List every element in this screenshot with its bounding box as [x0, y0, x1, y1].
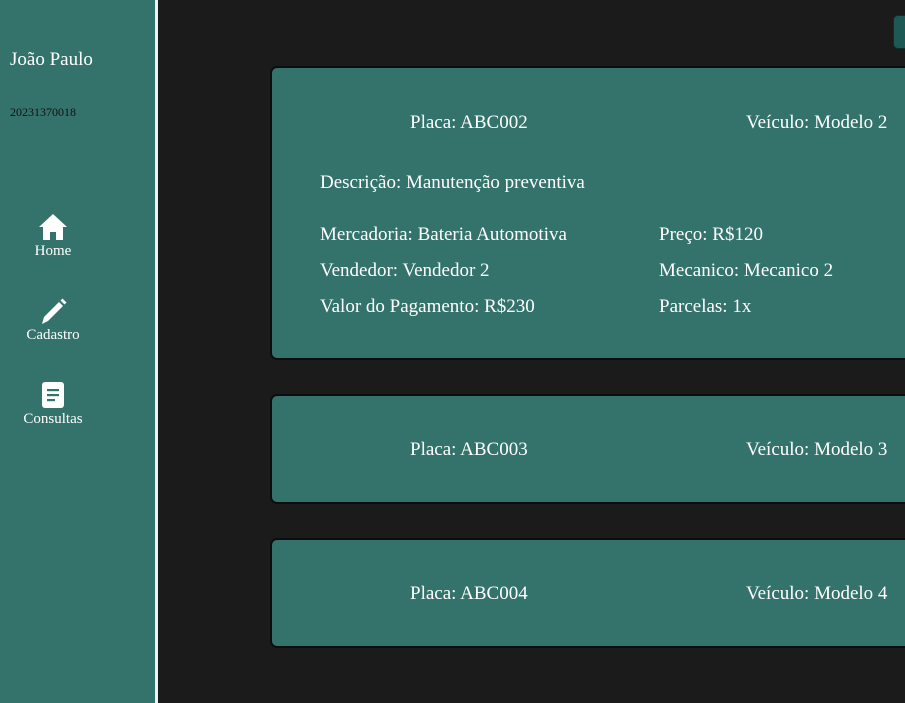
card-placa: Placa: ABC002: [410, 112, 528, 133]
nav-label-consultas: Consultas: [23, 411, 83, 427]
document-icon: [42, 382, 64, 408]
card-parcelas: Parcelas: 1x: [659, 296, 752, 317]
user-id: 20231370018: [10, 105, 76, 119]
card-mercadoria: Mercadoria: Bateria Automotiva: [320, 224, 567, 245]
card-preco: Preço: R$120: [659, 224, 763, 245]
card-descricao: Descrição: Manutenção preventiva: [320, 172, 585, 193]
service-card[interactable]: Placa: ABC003 Veículo: Modelo 3: [270, 394, 905, 504]
user-name: João Paulo: [10, 49, 93, 70]
nav-item-home[interactable]: Home: [0, 213, 106, 260]
service-card[interactable]: Placa: ABC004 Veículo: Modelo 4: [270, 538, 905, 648]
card-veiculo: Veículo: Modelo 3: [746, 439, 888, 460]
nav-label-cadastro: Cadastro: [26, 327, 80, 343]
card-veiculo: Veículo: Modelo 2: [746, 112, 888, 133]
card-mecanico: Mecanico: Mecanico 2: [659, 260, 834, 281]
card-vendedor: Vendedor: Vendedor 2: [320, 260, 490, 281]
pencil-icon: [42, 298, 67, 324]
card-valor-pagamento: Valor do Pagamento: R$230: [320, 296, 535, 317]
card-placa: Placa: ABC003: [410, 439, 528, 460]
top-action-button[interactable]: [893, 15, 905, 49]
nav-item-consultas[interactable]: Consultas: [0, 381, 106, 428]
sidebar: João Paulo 20231370018 Home Cadastro Con…: [0, 0, 158, 703]
home-icon: [39, 214, 67, 240]
card-placa: Placa: ABC004: [410, 583, 528, 604]
nav-item-cadastro[interactable]: Cadastro: [0, 298, 106, 344]
card-veiculo: Veículo: Modelo 4: [746, 583, 888, 604]
service-card[interactable]: Placa: ABC002 Veículo: Modelo 2 Descriçã…: [270, 66, 905, 360]
nav-label-home: Home: [34, 243, 72, 259]
